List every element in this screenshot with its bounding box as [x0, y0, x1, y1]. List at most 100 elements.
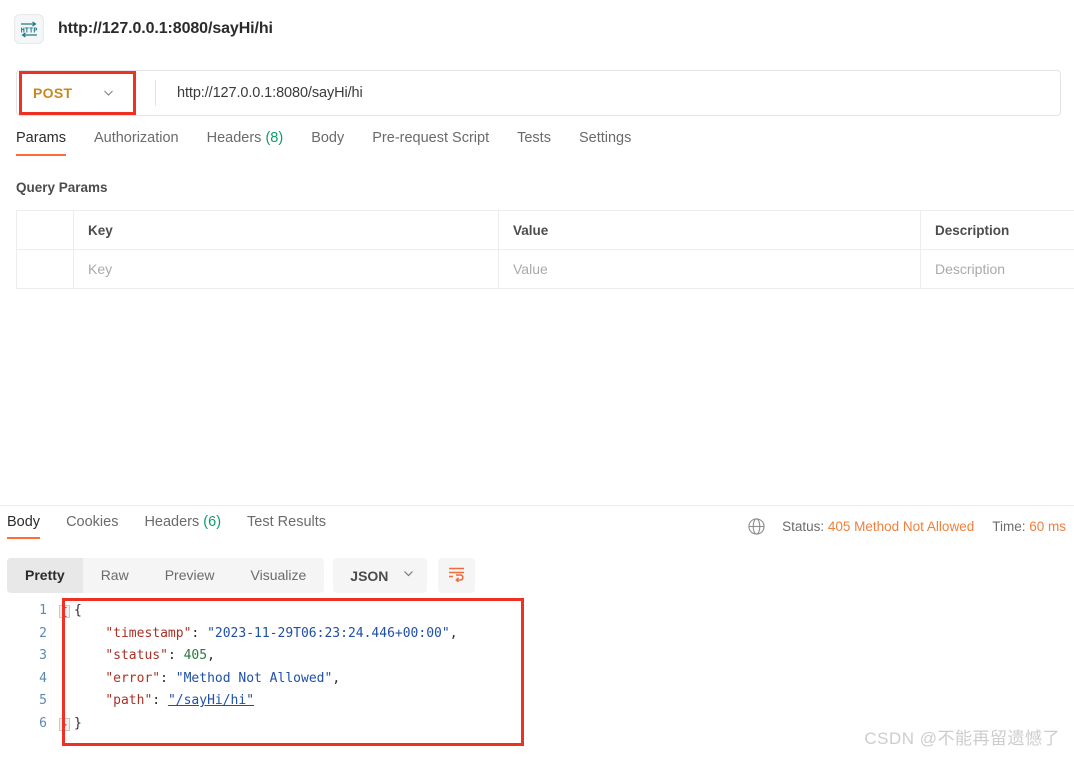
- line-number: 2: [39, 625, 47, 641]
- row-description-input[interactable]: Description: [920, 249, 1074, 289]
- tab-settings[interactable]: Settings: [579, 130, 631, 156]
- line-number: 3: [39, 648, 47, 664]
- chevron-down-icon: [102, 87, 115, 100]
- code-token-key: "error": [105, 670, 161, 686]
- language-select[interactable]: JSON: [333, 558, 428, 593]
- watermark: CSDN @不能再留遗憾了: [864, 729, 1060, 748]
- request-tabs: Params Authorization Headers (8) Body Pr…: [0, 130, 1074, 166]
- response-tab-body-label: Body: [7, 514, 41, 530]
- response-tab-headers-label: Headers: [144, 514, 200, 530]
- response-tab-headers-count: (6): [203, 514, 222, 530]
- code-token-sep: :: [160, 670, 176, 686]
- tab-headers[interactable]: Headers (8): [207, 130, 284, 156]
- format-toolbar: Pretty Raw Preview Visualize JSON: [7, 558, 476, 593]
- row-checkbox-cell[interactable]: [16, 249, 74, 289]
- svg-text:HTTP: HTTP: [21, 27, 38, 35]
- http-method-value: POST: [33, 85, 73, 101]
- view-mode-raw[interactable]: Raw: [83, 558, 147, 593]
- code-token-sep: :: [167, 648, 184, 664]
- code-line: "timestamp": "2023-11-29T06:23:24.446+00…: [74, 623, 1064, 646]
- column-header-value: Value: [498, 210, 921, 250]
- status-badge[interactable]: Status: 405 Method Not Allowed: [782, 519, 974, 534]
- code-token-number: 405: [183, 648, 208, 664]
- tab-headers-label: Headers: [206, 130, 262, 146]
- tab-authorization[interactable]: Authorization: [94, 130, 179, 156]
- time-value: 60 ms: [1029, 519, 1066, 534]
- code-token-sep: :: [152, 693, 168, 709]
- response-divider: [0, 505, 1074, 506]
- code-token-trail: ,: [332, 670, 341, 686]
- response-tab-body[interactable]: Body: [7, 514, 41, 539]
- code-line: "status": 405,: [74, 645, 1064, 668]
- tab-headers-count: (8): [265, 130, 284, 146]
- row-value-input[interactable]: Value: [498, 249, 921, 289]
- url-input[interactable]: http://127.0.0.1:8080/sayHi/hi: [177, 85, 363, 101]
- time-badge[interactable]: Time: 60 ms: [992, 519, 1066, 534]
- view-mode-group: Pretty Raw Preview Visualize: [7, 558, 325, 593]
- code-line: {: [74, 600, 1064, 623]
- url-divider: [155, 80, 156, 106]
- code-line: "path": "/sayHi/hi": [74, 690, 1064, 713]
- code-content: { "timestamp": "2023-11-29T06:23:24.446+…: [74, 600, 1064, 736]
- view-mode-pretty[interactable]: Pretty: [7, 558, 83, 593]
- line-number: 1: [39, 603, 47, 618]
- fold-marker-open[interactable]: {: [59, 605, 70, 618]
- time-label: Time:: [992, 519, 1026, 534]
- column-header-check: [16, 210, 74, 250]
- globe-icon: [747, 517, 766, 536]
- response-tab-cookies[interactable]: Cookies: [66, 514, 118, 539]
- code-token-sep: :: [191, 625, 208, 641]
- tab-body[interactable]: Body: [311, 130, 344, 156]
- line-number: 5: [39, 693, 47, 709]
- wrap-lines-button[interactable]: [438, 558, 476, 593]
- view-mode-visualize[interactable]: Visualize: [233, 558, 325, 593]
- response-tab-headers[interactable]: Headers (6): [144, 514, 221, 539]
- tab-tests[interactable]: Tests: [517, 130, 551, 156]
- language-value: JSON: [350, 567, 389, 584]
- code-token-key: "path": [105, 693, 153, 709]
- tab-pre-request-script-label: Pre-request Script: [372, 130, 490, 146]
- query-params-table: Key Value Description Key Value Descript…: [16, 210, 1074, 289]
- column-header-description: Description: [920, 210, 1074, 250]
- tab-tests-label: Tests: [517, 130, 551, 146]
- request-header: HTTP http://127.0.0.1:8080/sayHi/hi: [0, 0, 1074, 58]
- code-fold-column: { }: [58, 600, 72, 750]
- tab-params[interactable]: Params: [16, 130, 66, 156]
- tab-settings-label: Settings: [578, 130, 632, 146]
- code-line: "error": "Method Not Allowed",: [74, 668, 1064, 691]
- code-token-trail: ,: [449, 625, 458, 641]
- code-token-key: "timestamp": [105, 625, 192, 641]
- code-token-link[interactable]: "/sayHi/hi": [168, 693, 254, 708]
- status-value: 405 Method Not Allowed: [827, 519, 975, 534]
- response-meta: Status: 405 Method Not Allowed Time: 60 …: [747, 517, 1066, 536]
- http-method-select[interactable]: POST: [17, 71, 127, 115]
- code-token-key: "status": [105, 648, 168, 664]
- query-params-heading: Query Params: [16, 180, 108, 195]
- view-mode-preview[interactable]: Preview: [147, 558, 233, 593]
- wrap-lines-icon: [447, 565, 466, 587]
- code-token-string: "Method Not Allowed": [175, 670, 333, 686]
- table-header-row: Key Value Description: [16, 210, 1074, 250]
- code-token-trail: ,: [207, 648, 215, 664]
- code-token-punct: {: [74, 603, 82, 618]
- url-bar: POST http://127.0.0.1:8080/sayHi/hi: [16, 70, 1061, 116]
- tab-pre-request-script[interactable]: Pre-request Script: [372, 130, 489, 156]
- tab-body-label: Body: [311, 130, 345, 146]
- status-label: Status:: [782, 519, 825, 534]
- chevron-down-icon: [402, 567, 415, 585]
- response-tab-cookies-label: Cookies: [66, 514, 119, 530]
- response-tab-test-results[interactable]: Test Results: [247, 514, 326, 539]
- tab-authorization-label: Authorization: [93, 130, 179, 146]
- fold-marker-close[interactable]: }: [59, 718, 70, 731]
- code-token-punct: }: [74, 715, 82, 731]
- row-key-input[interactable]: Key: [73, 249, 499, 289]
- response-tab-test-results-label: Test Results: [247, 514, 327, 530]
- page-title: http://127.0.0.1:8080/sayHi/hi: [58, 20, 273, 37]
- fold-guide-line: [64, 619, 65, 719]
- code-token-string: "2023-11-29T06:23:24.446+00:00": [207, 625, 450, 641]
- line-number: 4: [39, 670, 47, 686]
